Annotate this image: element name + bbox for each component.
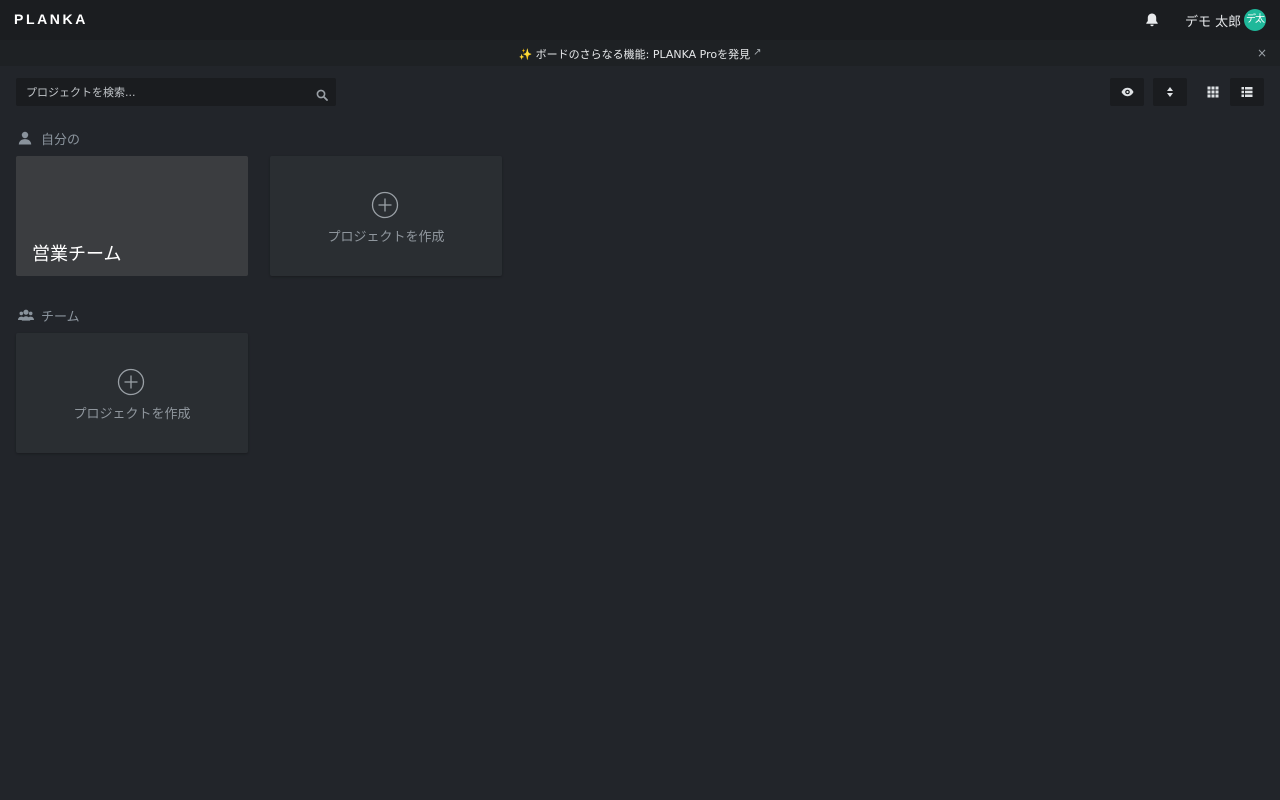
create-project-button[interactable]: プロジェクトを作成 — [16, 333, 248, 453]
project-card[interactable]: 営業チーム — [16, 156, 248, 276]
user-icon — [18, 131, 32, 145]
section-label: チーム — [41, 310, 80, 325]
promo-banner-link[interactable]: ✨ ボードのさらなる機能: PLANKA Proを発見 — [518, 48, 750, 61]
sort-button[interactable] — [1153, 78, 1187, 106]
section-label: 自分の — [41, 133, 81, 148]
grid-icon — [1207, 86, 1219, 98]
list-icon — [1241, 87, 1253, 97]
plus-circle-icon — [371, 191, 399, 219]
notifications-bell-icon[interactable] — [1144, 12, 1160, 28]
sort-icon — [1167, 87, 1173, 97]
create-project-label: プロジェクトを作成 — [327, 230, 445, 245]
user-avatar[interactable]: デ太 — [1244, 9, 1266, 31]
project-title: 営業チーム — [32, 244, 122, 265]
plus-circle-icon — [117, 368, 145, 396]
search-icon[interactable] — [316, 86, 328, 101]
list-view-button[interactable] — [1230, 78, 1264, 106]
users-icon — [18, 309, 34, 321]
app-logo[interactable]: PLANKA — [14, 11, 88, 27]
close-banner-icon[interactable]: × — [1255, 46, 1269, 60]
visibility-toggle-button[interactable] — [1110, 78, 1144, 106]
user-name[interactable]: デモ 太郎 — [1185, 11, 1241, 30]
external-link-icon: ↗ — [753, 47, 762, 58]
create-project-button[interactable]: プロジェクトを作成 — [270, 156, 502, 276]
grid-view-button[interactable] — [1196, 78, 1230, 106]
promo-banner: ✨ ボードのさらなる機能: PLANKA Proを発見 ↗ × — [0, 40, 1280, 66]
top-bar: PLANKA デモ 太郎 デ太 — [0, 0, 1280, 40]
search-input[interactable] — [16, 78, 306, 106]
eye-icon — [1121, 87, 1134, 97]
project-search — [16, 78, 336, 106]
create-project-label: プロジェクトを作成 — [73, 407, 191, 422]
